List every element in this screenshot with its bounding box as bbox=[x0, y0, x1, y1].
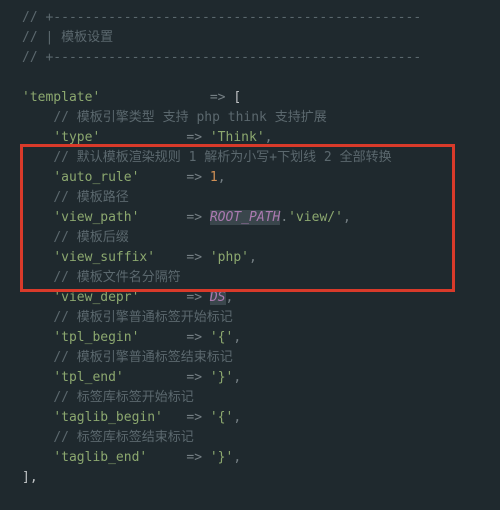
comment-line: // | 模板设置 bbox=[22, 28, 500, 48]
code-line[interactable]: 'taglib_begin' => '{', bbox=[22, 408, 500, 428]
comment-line: // +------------------------------------… bbox=[22, 48, 500, 68]
code-line[interactable]: // 模板引擎普通标签结束标记 bbox=[22, 348, 500, 368]
code-line[interactable]: 'taglib_end' => '}', bbox=[22, 448, 500, 468]
code-line[interactable]: // 标签库标签开始标记 bbox=[22, 388, 500, 408]
code-line[interactable]: 'template' => [ bbox=[22, 88, 500, 108]
code-line[interactable]: // 模板后缀 bbox=[22, 228, 500, 248]
code-line[interactable]: // 模板路径 bbox=[22, 188, 500, 208]
code-line[interactable]: // 模板文件名分隔符 bbox=[22, 268, 500, 288]
code-line[interactable]: 'view_depr' => DS, bbox=[22, 288, 500, 308]
blank-line bbox=[22, 68, 500, 88]
code-line[interactable]: // 模板引擎类型 支持 php think 支持扩展 bbox=[22, 108, 500, 128]
code-line[interactable]: 'type' => 'Think', bbox=[22, 128, 500, 148]
code-line[interactable]: // 模板引擎普通标签开始标记 bbox=[22, 308, 500, 328]
code-line[interactable]: 'tpl_end' => '}', bbox=[22, 368, 500, 388]
code-line[interactable]: // 默认模板渲染规则 1 解析为小写+下划线 2 全部转换 bbox=[22, 148, 500, 168]
code-line[interactable]: 'view_path' => ROOT_PATH.'view/', bbox=[22, 208, 500, 228]
code-line[interactable]: 'view_suffix' => 'php', bbox=[22, 248, 500, 268]
code-line[interactable]: ], bbox=[22, 468, 500, 488]
code-line[interactable]: 'auto_rule' => 1, bbox=[22, 168, 500, 188]
code-line[interactable]: // 标签库标签结束标记 bbox=[22, 428, 500, 448]
code-line[interactable]: 'tpl_begin' => '{', bbox=[22, 328, 500, 348]
comment-line: // +------------------------------------… bbox=[22, 8, 500, 28]
